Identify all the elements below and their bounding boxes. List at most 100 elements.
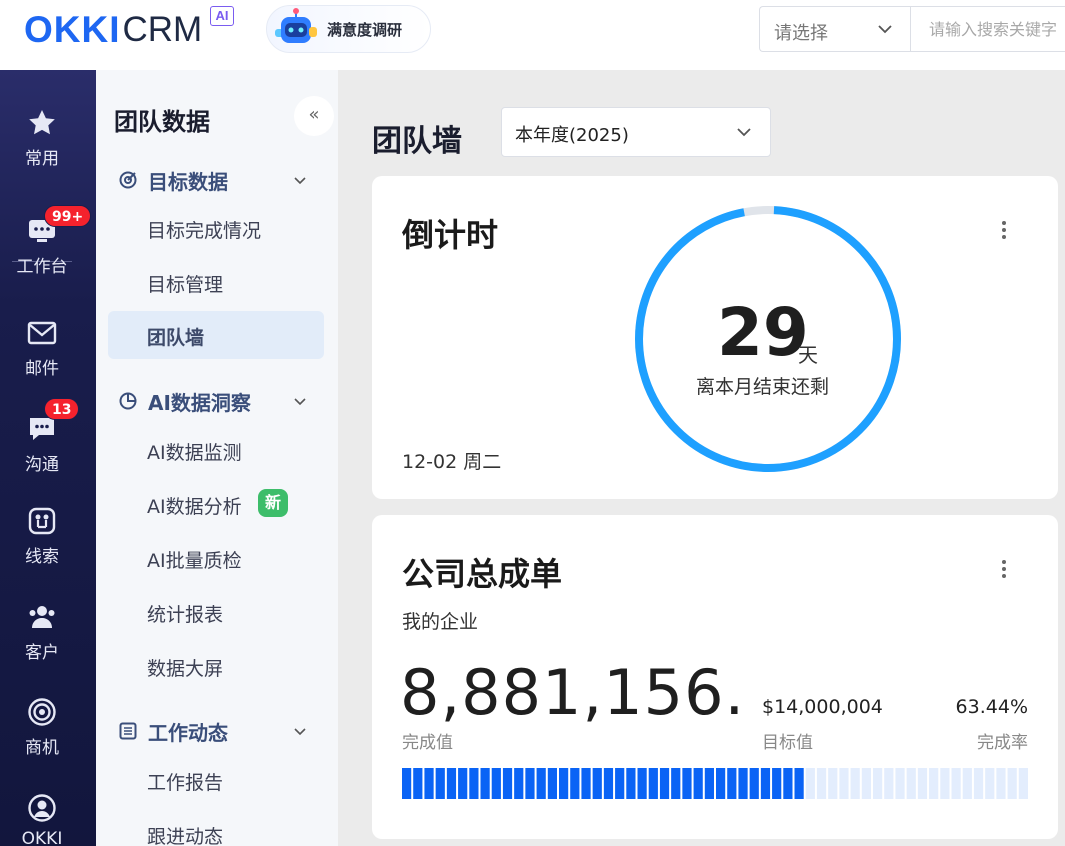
search-scope-select[interactable]: 请选择	[759, 6, 911, 52]
progress-segment	[940, 768, 950, 799]
team-data-sidebar: 团队数据 « 目标数据 目标完成情况 目标管理 团队墙 AI数据洞察 AI数据监…	[96, 70, 338, 846]
progress-segment	[413, 768, 423, 799]
rail-item-label: 客户	[25, 643, 59, 663]
nav-item-follow-up[interactable]: 跟进动态	[108, 810, 324, 846]
days-unit: 天	[798, 343, 818, 367]
nav-item-label: 目标管理	[147, 274, 224, 296]
rail-item-label: 常用	[25, 149, 59, 169]
goal-icon	[119, 171, 137, 189]
nav-item-data-screen[interactable]: 数据大屏	[108, 642, 324, 690]
progress-segment	[929, 768, 939, 799]
progress-segment	[884, 768, 894, 799]
logo-ai-badge: AI	[210, 6, 234, 26]
chevron-down-icon[interactable]	[292, 172, 308, 188]
more-options-icon[interactable]	[999, 221, 1009, 241]
rail-item-chat[interactable]: 沟通	[0, 414, 84, 494]
progress-segment	[514, 768, 524, 799]
rail-item-mail[interactable]: 邮件	[0, 318, 84, 398]
progress-segment	[435, 768, 445, 799]
rail-item-leads[interactable]: 线索	[0, 506, 84, 586]
progress-segment	[446, 768, 457, 799]
chevron-down-icon[interactable]	[292, 393, 308, 409]
progress-segment	[693, 768, 703, 799]
okki-crm-logo[interactable]: OKKI CRM AI	[24, 6, 234, 52]
nav-item-ai-analysis[interactable]: AI数据分析 新	[108, 480, 324, 528]
nav-item-label: 工作报告	[147, 772, 224, 794]
countdown-card: 倒计时 29 天 离本月结束还剩 12-02 周二	[372, 176, 1058, 499]
progress-segment	[1018, 768, 1028, 799]
nav-item-goal-completion[interactable]: 目标完成情况	[108, 204, 324, 252]
progress-segment	[559, 768, 569, 799]
new-badge: 新	[258, 489, 288, 517]
progress-segment	[917, 768, 928, 799]
progress-segment	[1007, 768, 1017, 799]
rail-item-label: 沟通	[25, 455, 59, 475]
company-subtitle: 我的企业	[402, 611, 479, 633]
chat-badge: 13	[44, 398, 80, 420]
progress-segment	[794, 768, 804, 799]
progress-segment	[648, 768, 658, 799]
nav-item-label: 目标完成情况	[147, 220, 262, 242]
progress-segment	[682, 768, 692, 799]
search-box[interactable]	[910, 6, 1065, 52]
progress-segment	[424, 768, 434, 799]
collapse-sidebar-button[interactable]: «	[294, 96, 334, 136]
rail-item-okki[interactable]: OKKI	[0, 793, 84, 846]
nav-item-goal-management[interactable]: 目标管理	[108, 258, 324, 306]
progress-segment	[772, 768, 782, 799]
group-label: AI数据洞察	[148, 390, 251, 415]
top-header: OKKI CRM AI 满意度调研 请选择	[0, 0, 1065, 70]
progress-segment	[704, 768, 714, 799]
progress-segment	[861, 768, 871, 799]
list-icon	[119, 722, 137, 740]
progress-segment	[895, 768, 905, 799]
nav-item-work-reports[interactable]: 工作报告	[108, 756, 324, 804]
star-icon	[29, 110, 55, 135]
nav-item-reports[interactable]: 统计报表	[108, 588, 324, 636]
more-options-icon[interactable]	[999, 560, 1009, 580]
survey-label: 满意度调研	[327, 20, 403, 39]
group-ai-insights[interactable]: AI数据洞察	[118, 386, 251, 416]
progress-segment	[783, 768, 793, 799]
progress-segment	[592, 768, 602, 799]
nav-item-ai-quality-check[interactable]: AI批量质检	[108, 534, 324, 582]
days-remaining-value: 29	[717, 294, 809, 371]
target-caption: 目标值	[762, 733, 813, 753]
nav-item-ai-monitoring[interactable]: AI数据监测	[108, 426, 324, 474]
search-input[interactable]	[911, 7, 1065, 51]
group-work-activity[interactable]: 工作动态	[118, 716, 228, 746]
current-date: 12-02 周二	[402, 451, 502, 473]
progress-segment	[816, 768, 827, 799]
progress-segment	[962, 768, 972, 799]
group-label: 目标数据	[148, 169, 228, 194]
survey-button[interactable]: 满意度调研	[266, 5, 431, 53]
progress-segment	[738, 768, 748, 799]
page-title: 团队墙	[372, 124, 462, 159]
target-icon	[28, 698, 56, 726]
completion-progress-bar	[402, 768, 1028, 799]
company-total-card: 公司总成单 我的企业 8,881,156.... 完成值 $14,000,004…	[372, 515, 1058, 839]
rail-item-favorites[interactable]: 常用	[0, 108, 84, 188]
target-value: $14,000,004	[762, 696, 883, 718]
rail-item-label: 商机	[25, 738, 59, 758]
rail-item-workbench[interactable]: 工作台	[0, 216, 84, 296]
rail-item-customers[interactable]: 客户	[0, 602, 84, 682]
profile-icon	[28, 794, 56, 822]
progress-segment	[469, 768, 479, 799]
progress-segment	[805, 768, 815, 799]
chevron-down-icon[interactable]	[292, 723, 308, 739]
robot-mascot-icon	[275, 8, 317, 43]
rail-item-opportunities[interactable]: 商机	[0, 697, 84, 777]
progress-segment	[626, 768, 636, 799]
countdown-title: 倒计时	[402, 216, 499, 254]
sidebar-title: 团队数据	[114, 108, 210, 136]
progress-segment	[671, 768, 681, 799]
group-goal-data[interactable]: 目标数据	[118, 165, 228, 195]
progress-segment	[402, 768, 412, 799]
nav-item-label: 统计报表	[147, 604, 224, 626]
logo-okki-text: OKKI	[24, 9, 121, 50]
progress-segment	[985, 768, 995, 799]
progress-segment	[716, 768, 726, 799]
nav-item-team-wall[interactable]: 团队墙	[108, 311, 324, 359]
year-select[interactable]: 本年度(2025)	[501, 107, 771, 157]
